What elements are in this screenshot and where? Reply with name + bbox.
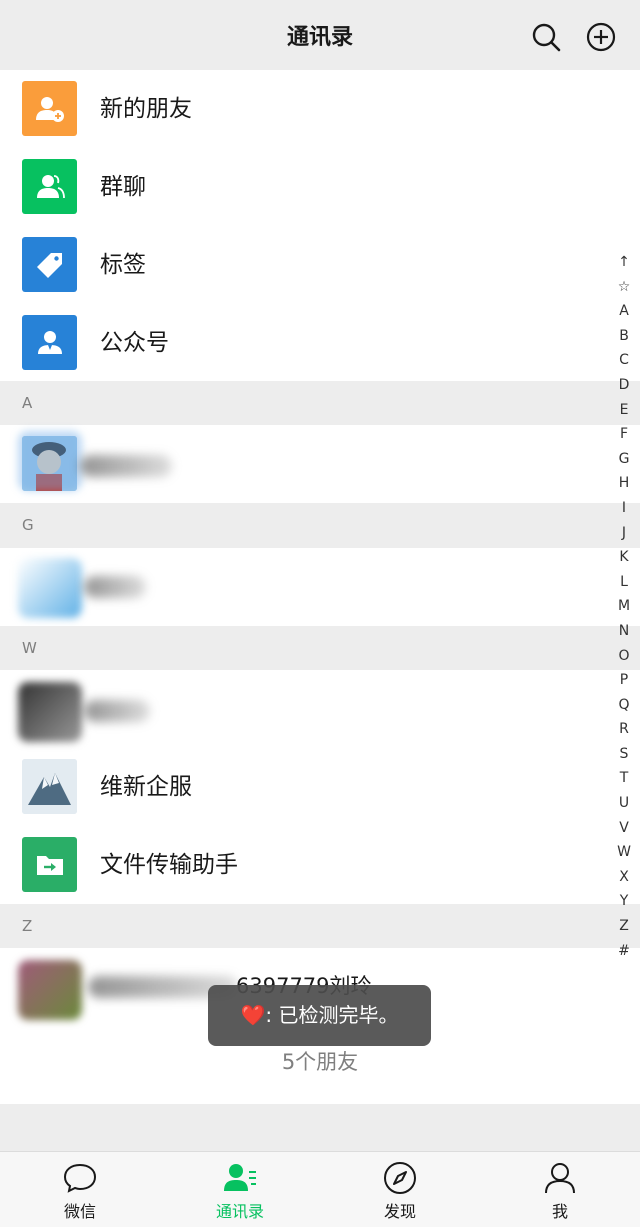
weixin-service-avatar [22, 759, 77, 814]
index-letter[interactable]: A [612, 299, 636, 324]
index-letter[interactable]: C [612, 348, 636, 373]
index-letter[interactable]: ☆ [612, 275, 636, 300]
toast-text: : 已检测完毕。 [265, 1003, 399, 1027]
section-header-w: W [0, 626, 640, 670]
group-chat-label: 群聊 [100, 174, 146, 200]
index-letter[interactable]: K [612, 545, 636, 570]
search-button[interactable] [529, 20, 563, 54]
tab-me-label: 我 [551, 1202, 568, 1221]
plus-circle-icon [586, 22, 616, 52]
contact-row[interactable] [0, 548, 640, 626]
index-letter[interactable]: O [612, 644, 636, 669]
blurred-contact-avatar [18, 960, 82, 1020]
contact-row-weixin-service[interactable]: 维新企服 [0, 748, 640, 826]
index-letter[interactable]: W [612, 840, 636, 865]
index-letter[interactable]: I [612, 496, 636, 521]
index-letter[interactable]: G [612, 447, 636, 472]
contact-row[interactable] [0, 670, 640, 748]
index-letter[interactable]: D [612, 373, 636, 398]
index-letter[interactable]: R [612, 717, 636, 742]
index-letter[interactable]: M [612, 594, 636, 619]
index-letter[interactable]: # [612, 939, 636, 964]
tab-discover[interactable]: 发现 [320, 1152, 480, 1227]
new-friends-item[interactable]: 新的朋友 [0, 70, 640, 148]
group-chat-icon [36, 174, 65, 198]
section-header-z: Z [0, 904, 640, 948]
tab-contacts[interactable]: 通讯录 [160, 1152, 320, 1227]
add-button[interactable] [584, 20, 618, 54]
search-icon [532, 23, 561, 52]
blurred-contact-avatar [18, 558, 82, 618]
add-friend-icon [35, 96, 64, 122]
index-letter[interactable]: F [612, 422, 636, 447]
index-letter[interactable]: E [612, 398, 636, 423]
section-header-g: G [0, 503, 640, 547]
toast-message: ❤️: 已检测完毕。 [208, 985, 431, 1046]
tab-discover-label: 发现 [383, 1202, 416, 1221]
tag-icon [36, 252, 62, 278]
contact-row-file-transfer[interactable]: 文件传输助手 [0, 826, 640, 904]
me-icon [545, 1163, 575, 1194]
bottom-tab-bar: 微信 通讯录 发现 我 [0, 1151, 640, 1227]
index-letter[interactable]: Y [612, 889, 636, 914]
group-chat-item[interactable]: 群聊 [0, 148, 640, 226]
file-transfer-label: 文件传输助手 [100, 852, 238, 878]
contact-group-w: 维新企服 文件传输助手 [0, 670, 640, 904]
friend-count: 5个朋友 [281, 1050, 359, 1074]
weixin-service-label: 维新企服 [100, 774, 192, 800]
official-accounts-avatar [22, 315, 77, 370]
tab-chats-label: 微信 [63, 1202, 96, 1221]
folder-icon [36, 855, 63, 875]
blurred-contact-name [84, 700, 150, 722]
blurred-contact-avatar [18, 682, 82, 742]
index-letter[interactable]: V [612, 816, 636, 841]
index-letter[interactable]: B [612, 324, 636, 349]
index-letter[interactable]: N [612, 619, 636, 644]
new-friends-label: 新的朋友 [100, 96, 192, 122]
compass-icon [384, 1162, 416, 1194]
index-letter[interactable]: L [612, 570, 636, 595]
tab-contacts-label: 通讯录 [215, 1202, 264, 1221]
index-letter[interactable]: T [612, 766, 636, 791]
tags-item[interactable]: 标签 [0, 226, 640, 304]
alphabet-index[interactable]: ↑ ☆ A B C D E F G H I J K L M N O P Q R S T U V W X Y Z # [612, 250, 636, 963]
tags-label: 标签 [100, 252, 146, 278]
official-accounts-label: 公众号 [100, 330, 169, 356]
tags-avatar [22, 237, 77, 292]
blurred-contact-name [84, 576, 146, 598]
group-chat-avatar [22, 159, 77, 214]
contact-row[interactable] [0, 425, 640, 503]
top-bar: 通讯录 [0, 0, 640, 70]
tab-chats[interactable]: 微信 [0, 1152, 160, 1227]
index-letter[interactable]: Q [612, 693, 636, 718]
tab-me[interactable]: 我 [480, 1152, 640, 1227]
official-account-icon [37, 330, 62, 354]
file-transfer-avatar [22, 837, 77, 892]
chat-icon [63, 1163, 97, 1193]
index-letter[interactable]: ↑ [612, 250, 636, 275]
blurred-mask [18, 431, 82, 491]
index-letter[interactable]: P [612, 668, 636, 693]
function-list: 新的朋友 群聊 标签 公众号 [0, 70, 640, 381]
index-letter[interactable]: J [612, 521, 636, 546]
index-letter[interactable]: Z [612, 914, 636, 939]
section-header-a: A [0, 381, 640, 425]
official-accounts-item[interactable]: 公众号 [0, 304, 640, 382]
index-letter[interactable]: X [612, 865, 636, 890]
contacts-icon [224, 1164, 256, 1191]
blurred-contact-name [80, 455, 172, 477]
new-friends-avatar [22, 81, 77, 136]
index-letter[interactable]: S [612, 742, 636, 767]
index-letter[interactable]: H [612, 471, 636, 496]
mountain-icon [22, 759, 77, 814]
index-letter[interactable]: U [612, 791, 636, 816]
heart-icon: ❤️ [240, 1003, 266, 1027]
